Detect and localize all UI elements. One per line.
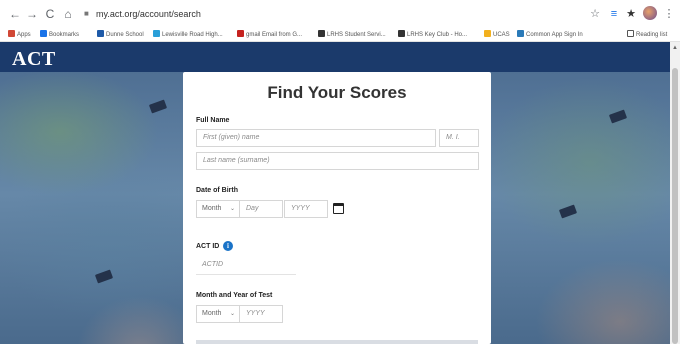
dob-label: Date of Birth (196, 187, 238, 194)
bookmark-ucas[interactable]: UCAS (484, 30, 510, 40)
address-bar[interactable]: my.act.org/account/search (96, 8, 201, 20)
form-title: Find Your Scores (267, 83, 407, 102)
bookmark-lewisville[interactable]: Lewisville Road High... (153, 30, 223, 40)
act-logo[interactable]: ACT (12, 48, 56, 70)
lock-icon: ■ (84, 9, 89, 18)
calendar-icon[interactable] (333, 203, 344, 214)
bookmark-lrhs-key-club[interactable]: LRHS Key Club - Ho... (398, 30, 467, 40)
site-icon (97, 30, 104, 37)
browser-toolbar: ← → C ⌂ ■ my.act.org/account/search ☆ ≡ … (0, 0, 680, 28)
bookmark-gmail[interactable]: gmail Email from G... (237, 30, 302, 40)
dob-month-select[interactable]: Month ⌄ (196, 200, 240, 218)
profile-avatar[interactable] (643, 6, 657, 20)
full-name-label: Full Name (196, 117, 230, 124)
middle-initial-input[interactable]: M. I. (439, 129, 479, 147)
home-icon[interactable]: ⌂ (61, 7, 75, 21)
bookmark-lrhs-student[interactable]: LRHS Student Servi... (318, 30, 386, 40)
graduation-cap-icon (148, 99, 168, 114)
star-icon (40, 30, 47, 37)
back-icon[interactable]: ← (8, 7, 22, 21)
menu-icon[interactable]: ⋮ (662, 7, 676, 21)
scrollbar-thumb[interactable] (672, 68, 678, 344)
forward-icon[interactable]: → (25, 7, 39, 21)
test-month-select[interactable]: Month ⌄ (196, 305, 240, 323)
apps-grid-icon (8, 30, 15, 37)
graduation-cap-icon (94, 269, 114, 284)
graduation-cap-icon (608, 109, 628, 124)
folder-icon (484, 30, 491, 37)
test-year-input[interactable]: YYYY (239, 305, 283, 323)
dob-year-input[interactable]: YYYY (284, 200, 328, 218)
site-icon (318, 30, 325, 37)
scroll-up-icon[interactable]: ▲ (671, 44, 679, 52)
reading-list-icon[interactable]: ≡ (607, 7, 621, 21)
bookmarks-bar: Apps Bookmarks Dunne School Lewisville R… (0, 28, 680, 42)
info-icon[interactable]: i (223, 241, 233, 251)
site-icon (153, 30, 160, 37)
bookmark-apps[interactable]: Apps (8, 30, 31, 40)
extensions-icon[interactable]: ★ (624, 7, 638, 21)
form-divider (196, 340, 478, 344)
find-scores-form: Find Your Scores Full Name First (given)… (183, 72, 491, 344)
dob-day-input[interactable]: Day (239, 200, 283, 218)
graduation-cap-icon (558, 204, 578, 219)
reload-icon[interactable]: C (43, 7, 57, 21)
bookmark-dunne-school[interactable]: Dunne School (97, 30, 144, 40)
bookmark-common-app[interactable]: Common App Sign In (517, 30, 583, 40)
chevron-down-icon: ⌄ (229, 206, 235, 212)
site-icon (517, 30, 524, 37)
act-id-label: ACT ID (196, 243, 220, 250)
site-header: ACT (0, 42, 680, 72)
reading-list-icon (627, 30, 634, 37)
page-content: ACT Find Your Scores Full Name First (gi… (0, 42, 680, 344)
bookmark-star-icon[interactable]: ☆ (588, 7, 602, 21)
gmail-icon (237, 30, 244, 37)
test-date-label: Month and Year of Test (196, 292, 273, 299)
chevron-down-icon: ⌄ (229, 311, 235, 317)
last-name-input[interactable]: Last name (surname) (196, 152, 479, 170)
bookmark-bookmarks[interactable]: Bookmarks (40, 30, 79, 40)
first-name-input[interactable]: First (given) name (196, 129, 436, 147)
site-icon (398, 30, 405, 37)
bookmark-reading-list[interactable]: Reading list (627, 30, 667, 40)
act-id-input[interactable]: ACTID (196, 257, 296, 275)
